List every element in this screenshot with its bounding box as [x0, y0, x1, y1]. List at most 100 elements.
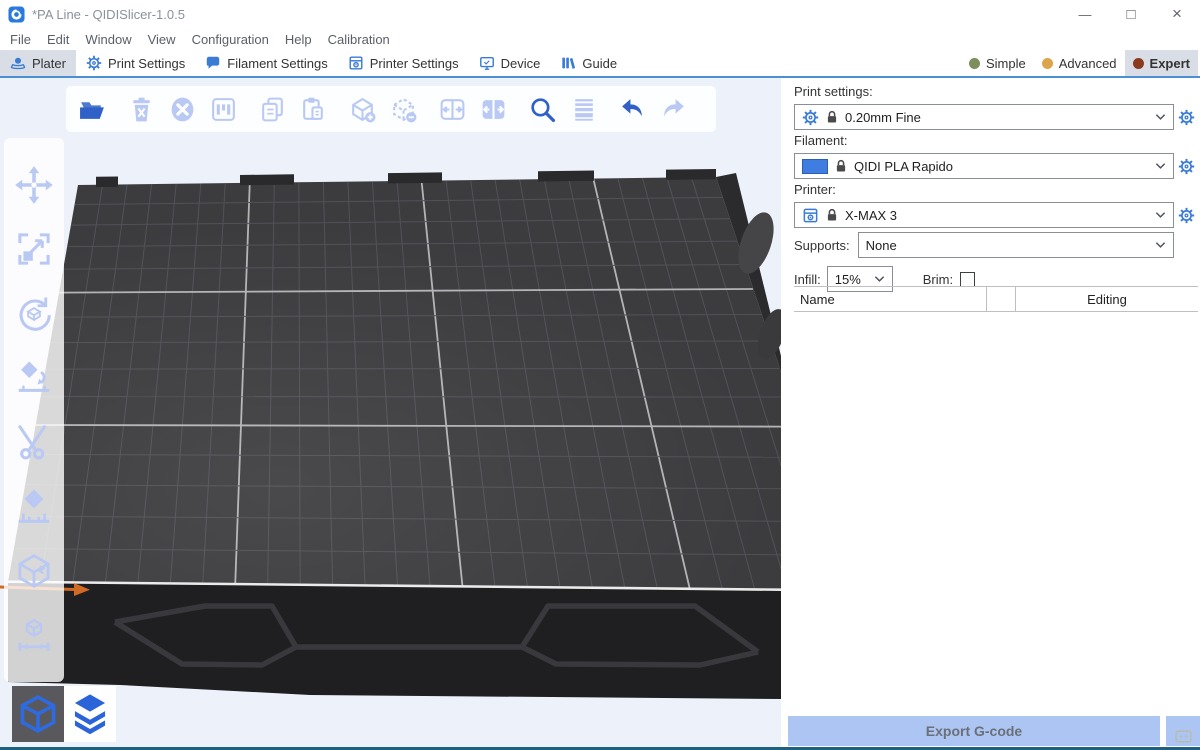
window-controls: — □ ×: [1062, 0, 1200, 28]
gear-icon: [1178, 109, 1195, 126]
split-to-parts-button[interactable]: [477, 93, 509, 125]
seam-painting-button[interactable]: [13, 550, 55, 592]
measure-button[interactable]: [13, 614, 55, 656]
send-to-printer-button[interactable]: [1166, 716, 1200, 746]
settings-panel: Print settings: 0.20mm Fine Filament: QI…: [786, 78, 1200, 747]
paste-button[interactable]: [297, 93, 329, 125]
print-settings-label: Print settings:: [794, 84, 1198, 100]
tab-device[interactable]: Device: [469, 50, 551, 76]
edit-print-settings-button[interactable]: [1174, 109, 1198, 126]
paint-supports-button[interactable]: [13, 485, 55, 527]
print-bed-scene: [0, 78, 781, 747]
move-button[interactable]: [13, 164, 55, 206]
mode-label: Expert: [1150, 56, 1190, 71]
chevron-down-icon: [1155, 162, 1166, 170]
filament-label: Filament:: [794, 133, 1198, 149]
remove-instance-icon: [389, 95, 418, 124]
copy-button[interactable]: [256, 93, 288, 125]
undo-button[interactable]: [616, 93, 648, 125]
tab-filament-settings[interactable]: Filament Settings: [195, 50, 337, 76]
scale-button[interactable]: [13, 228, 55, 270]
print-settings-combo[interactable]: 0.20mm Fine: [794, 104, 1174, 130]
arrange-button[interactable]: [207, 93, 239, 125]
filament-value: QIDI PLA Rapido: [854, 159, 1148, 174]
infill-value: 15%: [835, 272, 867, 287]
rotate-button[interactable]: [13, 293, 55, 335]
view-toggles: [12, 686, 116, 742]
split-to-objects-icon: [438, 95, 467, 124]
filament-settings-icon: [205, 55, 221, 71]
remove-instance-button[interactable]: [387, 93, 419, 125]
printer-label: Printer:: [794, 182, 1198, 198]
lock-icon: [835, 159, 847, 173]
menu-help[interactable]: Help: [277, 32, 320, 47]
mode-expert[interactable]: Expert: [1125, 50, 1198, 76]
export-gcode-button[interactable]: Export G-code: [788, 716, 1160, 746]
chevron-down-icon: [1155, 211, 1166, 219]
supports-combo[interactable]: None: [858, 232, 1174, 258]
mode-simple[interactable]: Simple: [961, 50, 1034, 76]
open-folder-icon: [78, 95, 107, 124]
redo-arrow-icon: [659, 95, 688, 124]
mode-label: Simple: [986, 56, 1026, 71]
tab-plater[interactable]: Plater: [0, 50, 76, 76]
delete-all-button[interactable]: [166, 93, 198, 125]
tab-label: Device: [501, 56, 541, 71]
3d-editor-view-button[interactable]: [12, 686, 64, 742]
close-button[interactable]: ×: [1154, 0, 1200, 28]
menubar: File Edit Window View Configuration Help…: [0, 28, 1200, 50]
object-list-header: Name Editing: [794, 286, 1198, 312]
lock-icon: [826, 208, 838, 222]
tab-label: Filament Settings: [227, 56, 327, 71]
split-to-objects-button[interactable]: [436, 93, 468, 125]
cut-button[interactable]: [13, 421, 55, 463]
maximize-button[interactable]: □: [1108, 0, 1154, 28]
redo-button[interactable]: [657, 93, 689, 125]
preview-layers-button[interactable]: [64, 686, 116, 742]
add-instance-icon: [348, 95, 377, 124]
edit-printer-button[interactable]: [1174, 207, 1198, 224]
minimize-button[interactable]: —: [1062, 0, 1108, 28]
menu-file[interactable]: File: [2, 32, 39, 47]
window-title: *PA Line - QIDISlicer-1.0.5: [32, 7, 185, 22]
tab-guide[interactable]: Guide: [550, 50, 627, 76]
add-instance-button[interactable]: [346, 93, 378, 125]
gear-icon: [1178, 158, 1195, 175]
menu-configuration[interactable]: Configuration: [184, 32, 277, 47]
app-window: *PA Line - QIDISlicer-1.0.5 — □ × File E…: [0, 0, 1200, 750]
tab-label: Guide: [582, 56, 617, 71]
variable-layer-height-icon: [569, 95, 598, 124]
printer-settings-icon: [348, 55, 364, 71]
delete-button[interactable]: [125, 93, 157, 125]
printer-combo[interactable]: X-MAX 3: [794, 202, 1174, 228]
open-project-button[interactable]: [76, 93, 108, 125]
app-logo-icon: [8, 6, 25, 23]
tabbar: Plater Print Settings Filament Settings …: [0, 50, 1200, 78]
gear-icon: [802, 109, 819, 126]
device-icon: [479, 55, 495, 71]
plater-toolbar: [66, 86, 716, 132]
menu-window[interactable]: Window: [77, 32, 139, 47]
measure-icon: [14, 615, 54, 655]
brim-checkbox[interactable]: [960, 272, 975, 287]
chevron-down-icon: [1155, 113, 1166, 121]
menu-edit[interactable]: Edit: [39, 32, 77, 47]
layers-icon: [68, 692, 112, 736]
mode-advanced[interactable]: Advanced: [1034, 50, 1125, 76]
printer-base: [8, 583, 781, 699]
gear-icon: [1178, 207, 1195, 224]
object-list: Name Editing: [794, 286, 1198, 709]
menu-view[interactable]: View: [140, 32, 184, 47]
tab-print-settings[interactable]: Print Settings: [76, 50, 195, 76]
edit-filament-button[interactable]: [1174, 158, 1198, 175]
3d-viewport[interactable]: [0, 78, 786, 747]
filament-combo[interactable]: QIDI PLA Rapido: [794, 153, 1174, 179]
search-button[interactable]: [526, 93, 558, 125]
tab-printer-settings[interactable]: Printer Settings: [338, 50, 469, 76]
variable-layer-height-button[interactable]: [567, 93, 599, 125]
place-on-face-button[interactable]: [13, 357, 55, 399]
printer-value: X-MAX 3: [845, 208, 1148, 223]
supports-value: None: [866, 238, 1148, 253]
menu-calibration[interactable]: Calibration: [320, 32, 398, 47]
object-list-body[interactable]: [794, 312, 1198, 709]
